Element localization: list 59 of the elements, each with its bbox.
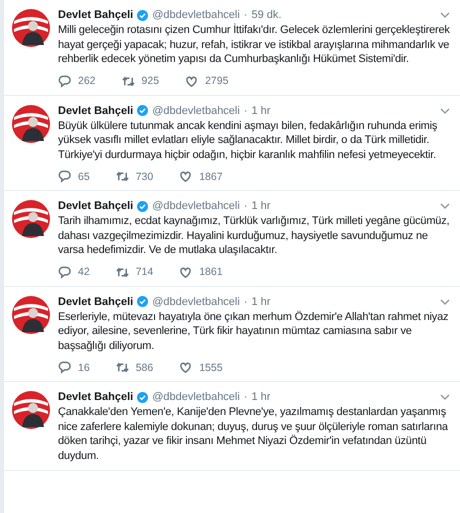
- author-handle[interactable]: @dbdevletbahceli: [152, 200, 240, 212]
- tweet-text: Büyük ülkülere tutunmak ancak kendini aşmayı bilen, fedakârlığın ruhunda erimiş yüksek vasıflı millet evlatları eliyle sağlanacaktır. Millet birdir, o da Türk milletidir. Türkiye'yi durdurmaya hiçbir odağın, hiçbir karanlık mahfilin nefesi yetmeyecektir.: [58, 118, 438, 162]
- tweet-time[interactable]: 1 hr: [252, 104, 270, 116]
- speech-bubble-icon: [58, 266, 71, 278]
- tweet-text: Çanakkale'den Yemen'e, Kanije'den Plevne'ye, yazılmamış destanlardan yaşanmış nice zaferlere kalemiyle dokunan; duyuş, duruş ve şuur ölçüleriyle roman satırlarına döken tarihçi, yazar ve fikir insanı Mehmet Niyazi Özdemir'in vefatından üzüntü duydum.: [58, 405, 449, 463]
- separator-dot: ·: [244, 104, 248, 116]
- reply-button[interactable]: 16: [58, 361, 90, 374]
- speech-bubble-icon: [58, 74, 71, 88]
- retweet-icon: [116, 266, 129, 278]
- author-name[interactable]: Devlet Bahçeli: [58, 391, 134, 403]
- author-handle[interactable]: @dbdevletbahceli: [152, 104, 240, 116]
- tweet-time[interactable]: 1 hr: [252, 200, 270, 212]
- tweet-time[interactable]: 59 dk.: [252, 9, 282, 21]
- heart-icon: [179, 266, 192, 278]
- chevron-down-icon[interactable]: [440, 10, 450, 20]
- like-button[interactable]: 1861: [179, 266, 223, 278]
- chevron-down-icon[interactable]: [440, 201, 450, 211]
- separator-dot: ·: [244, 200, 248, 212]
- chevron-down-icon[interactable]: [440, 296, 450, 306]
- author-handle[interactable]: @dbdevletbahceli: [152, 391, 240, 403]
- avatar[interactable]: [12, 104, 50, 142]
- retweet-button[interactable]: 586: [116, 361, 154, 374]
- speech-bubble-icon: [58, 361, 71, 374]
- retweet-button[interactable]: 714: [116, 266, 154, 278]
- heart-icon: [185, 74, 198, 88]
- retweet-button[interactable]: 925: [122, 74, 160, 88]
- chevron-down-icon[interactable]: [440, 106, 450, 116]
- tweet-text: Tarih ilhamımız, ecdat kaynağımız, Türklük varlığımız, Türk milleti yegâne gücümüz, dahası vazgeçilmezimizdir. Hayalini kurduğumuz, haysiyetle savunduğumuz ne varsa hedefimizdir. Ve de mutlaka ulaşılacaktır.: [58, 214, 450, 258]
- tweet-time[interactable]: 1 hr: [252, 391, 270, 403]
- retweet-icon: [116, 170, 129, 183]
- chevron-down-icon[interactable]: [440, 392, 450, 402]
- tweet-text: Eserleriyle, mütevazı hayatıyla öne çıkan merhum Özdemir'e Allah'tan rahmet niyaz ediyor, ailesine, sevenlerine, Türk fikir hayatının mümtaz camiasına sabır ve başsağlığı diliyorum.: [58, 310, 450, 353]
- like-button[interactable]: 1867: [179, 170, 223, 183]
- like-button[interactable]: 1555: [179, 361, 223, 374]
- reply-button[interactable]: 42: [58, 266, 90, 278]
- reply-button[interactable]: 262: [58, 74, 96, 88]
- heart-icon: [179, 361, 192, 374]
- avatar[interactable]: [12, 200, 50, 238]
- author-name[interactable]: Devlet Bahçeli: [58, 104, 134, 116]
- retweet-button[interactable]: 730: [116, 170, 154, 183]
- separator-dot: ·: [244, 9, 248, 21]
- avatar[interactable]: [12, 9, 50, 47]
- retweet-icon: [122, 74, 135, 88]
- like-button[interactable]: 2795: [185, 74, 228, 88]
- tweet-time[interactable]: 1 hr: [252, 296, 270, 308]
- author-name[interactable]: Devlet Bahçeli: [58, 200, 134, 212]
- author-name[interactable]: Devlet Bahçeli: [58, 296, 134, 308]
- heart-icon: [179, 170, 192, 183]
- author-handle[interactable]: @dbdevletbahceli: [152, 9, 240, 21]
- author-handle[interactable]: @dbdevletbahceli: [152, 296, 240, 308]
- retweet-icon: [116, 361, 129, 374]
- author-name[interactable]: Devlet Bahçeli: [58, 9, 134, 21]
- speech-bubble-icon: [58, 170, 71, 183]
- separator-dot: ·: [244, 296, 248, 308]
- reply-button[interactable]: 65: [58, 170, 90, 183]
- separator-dot: ·: [244, 391, 248, 403]
- tweet-text: Milli geleceğin rotasını çizen Cumhur İttifakı'dır. Gelecek özlemlerini gerçekleştirerek hayat gerçeği yapacak; huzur, refah, istikrar ve istikbal arayışlarına mihmandarlık ve rehberlik edecek yönetim yapısı da Cumhurbaşkanlığı Hükümet Sistemi'dir.: [58, 23, 450, 66]
- avatar[interactable]: [12, 391, 50, 429]
- avatar[interactable]: [12, 296, 50, 334]
